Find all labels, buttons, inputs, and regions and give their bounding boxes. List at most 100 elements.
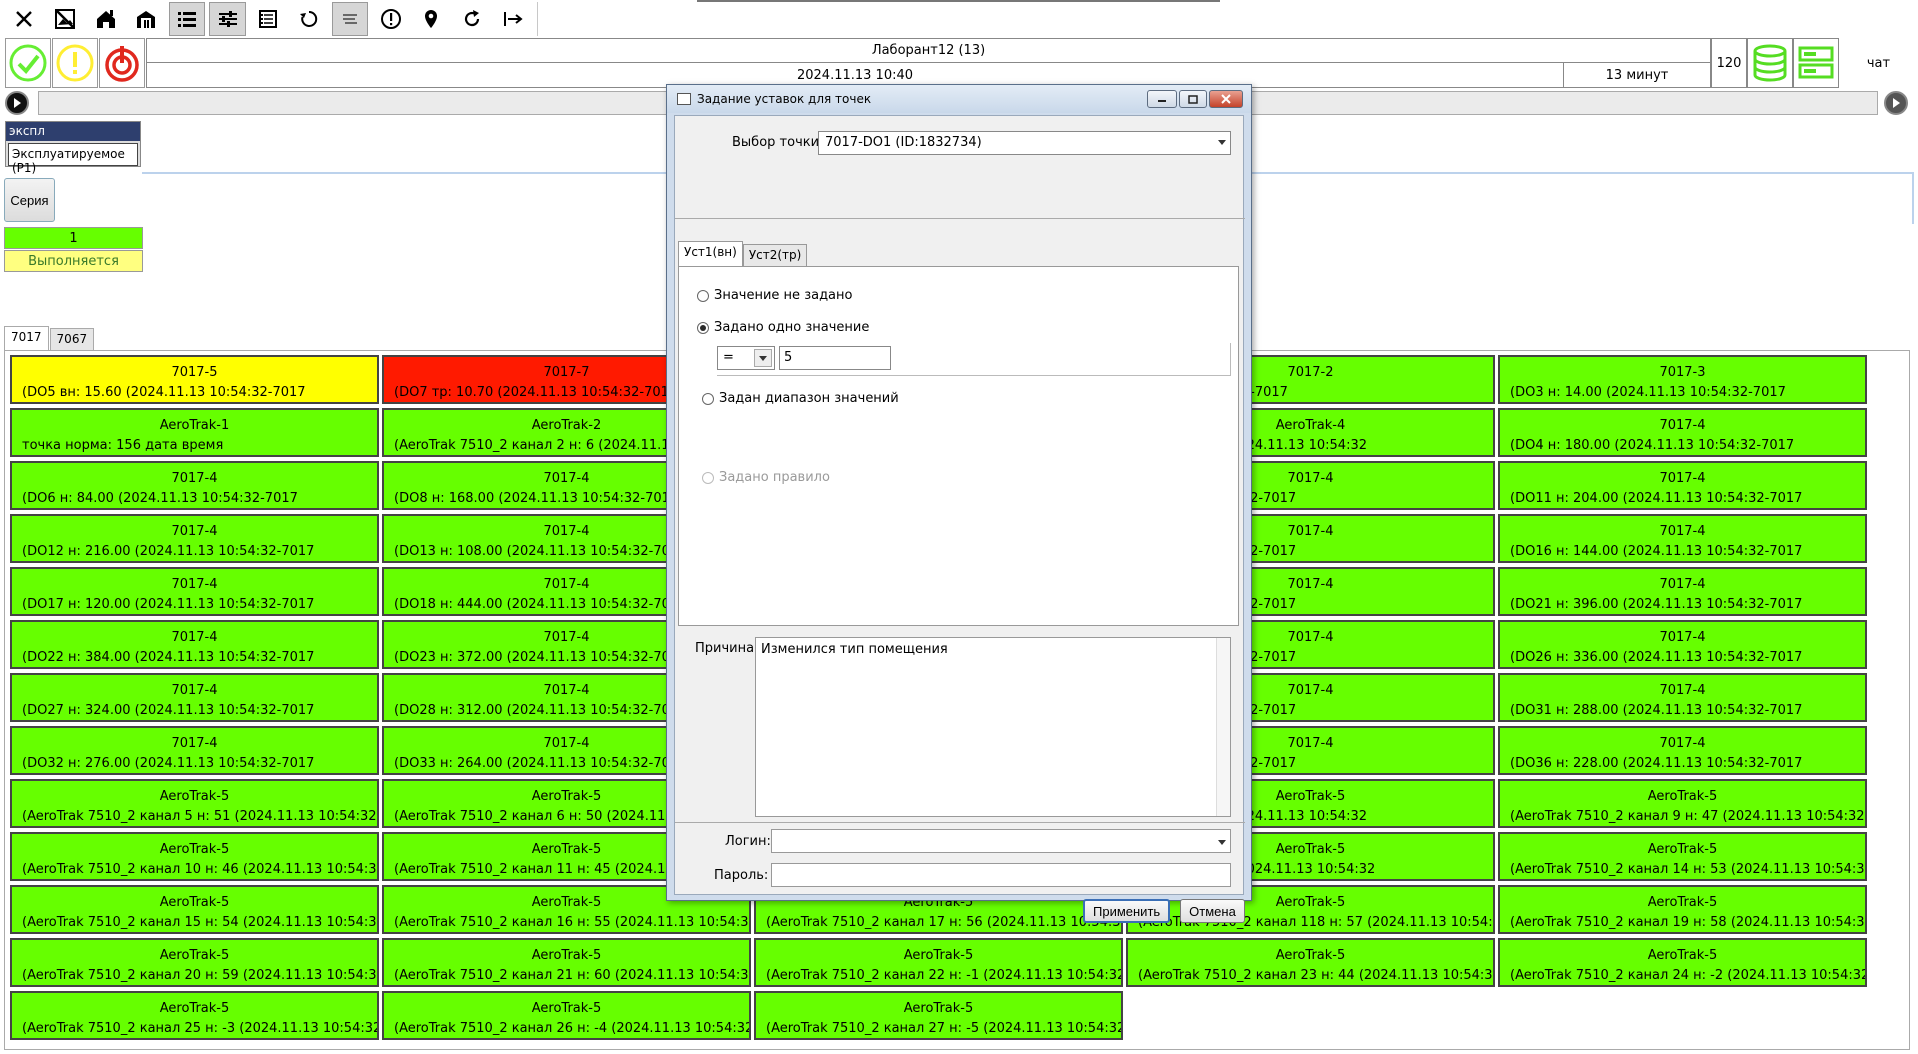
close-icon[interactable]	[6, 2, 43, 36]
mode-selected[interactable]: экспл	[6, 122, 140, 141]
tab-setpoint1[interactable]: Уст1(вн)	[678, 241, 743, 266]
radio-none-label: Значение не задано	[714, 288, 853, 303]
radio-single-dot[interactable]	[697, 321, 709, 334]
home-icon[interactable]	[87, 2, 124, 36]
point-cell[interactable]: AeroTrak-5 (AeroTrak 7510_2 канал 23 н: 4…	[1126, 938, 1495, 987]
setpoint-dialog: Задание уставок для точек Выбор точки: 7…	[666, 84, 1252, 923]
list-icon[interactable]	[168, 2, 206, 36]
radio-none[interactable]: Значение не задано	[697, 288, 852, 303]
tab-7017[interactable]: 7017	[4, 326, 49, 350]
logout-icon[interactable]	[494, 2, 531, 36]
ok-status-icon[interactable]	[5, 38, 51, 88]
point-select[interactable]: 7017-DO1 (ID:1832734)	[818, 131, 1231, 155]
point-cell[interactable]: 7017-4 (DO6 н: 84.00 (2024.11.13 10:54:32…	[10, 461, 379, 510]
server-icon[interactable]	[1793, 38, 1839, 88]
point-label: Выбор точки:	[732, 135, 824, 150]
radio-rule-label: Задано правило	[719, 470, 830, 485]
reason-textarea[interactable]: Изменился тип помещения	[755, 637, 1231, 817]
point-cell[interactable]: AeroTrak-5 (AeroTrak 7510_2 канал 25 н: -…	[10, 991, 379, 1040]
point-cell[interactable]: 7017-4 (DO17 н: 120.00 (2024.11.13 10:54:…	[10, 567, 379, 616]
point-cell[interactable]: AeroTrak-5 (AeroTrak 7510_2 канал 27 н: -…	[754, 991, 1123, 1040]
point-cell[interactable]: AeroTrak-5 (AeroTrak 7510_2 канал 21 н: 6…	[382, 938, 751, 987]
password-field[interactable]	[771, 863, 1231, 887]
radio-single[interactable]: Задано одно значение	[697, 320, 869, 335]
point-detail: (AeroTrak 7510_2 канал 27 н: -5 (2024.11…	[766, 1021, 1123, 1036]
close-window-icon[interactable]	[1209, 90, 1243, 108]
alarm-status-icon[interactable]	[99, 38, 145, 88]
image-off-icon[interactable]	[47, 2, 84, 36]
table-icon[interactable]	[250, 2, 287, 36]
point-cell[interactable]: 7017-3 (DO3 н: 14.00 (2024.11.13 10:54:32…	[1498, 355, 1867, 404]
point-cell[interactable]: 7017-4 (DO26 н: 336.00 (2024.11.13 10:54:…	[1498, 620, 1867, 669]
chat-label[interactable]: чат	[1839, 38, 1918, 88]
database-icon[interactable]	[1747, 38, 1793, 88]
radio-range-dot[interactable]	[702, 392, 714, 405]
point-cell[interactable]: 7017-4 (DO4 н: 180.00 (2024.11.13 10:54:3…	[1498, 408, 1867, 457]
point-cell[interactable]: AeroTrak-5 (AeroTrak 7510_2 канал 22 н: -…	[754, 938, 1123, 987]
point-cell[interactable]: 7017-4 (DO16 н: 144.00 (2024.11.13 10:54:…	[1498, 514, 1867, 563]
operator-value: =	[723, 350, 734, 365]
sliders-icon[interactable]	[209, 2, 247, 36]
history-icon[interactable]	[291, 2, 328, 36]
dialog-buttons: Применить Отмена	[1083, 899, 1245, 923]
point-cell[interactable]: 7017-4 (DO12 н: 216.00 (2024.11.13 10:54:…	[10, 514, 379, 563]
chevron-down-icon	[1218, 840, 1226, 845]
minimize-icon[interactable]	[1147, 90, 1177, 108]
maximize-icon[interactable]	[1179, 90, 1207, 108]
point-cell[interactable]: 7017-4 (DO32 н: 276.00 (2024.11.13 10:54:…	[10, 726, 379, 775]
warning-status-icon[interactable]	[52, 38, 98, 88]
point-title: 7017-4	[171, 471, 218, 486]
login-label: Логин:	[725, 834, 771, 849]
point-cell[interactable]: AeroTrak-5 (AeroTrak 7510_2 канал 9 н: 47…	[1498, 779, 1867, 828]
point-cell[interactable]: AeroTrak-5 (AeroTrak 7510_2 канал 15 н: 5…	[10, 885, 379, 934]
point-cell[interactable]: 7017-5 (DO5 вн: 15.60 (2024.11.13 10:54:3…	[10, 355, 379, 404]
scrollbar[interactable]	[1216, 638, 1230, 816]
building-icon[interactable]	[128, 2, 165, 36]
point-cell[interactable]: AeroTrak-5 (AeroTrak 7510_2 канал 24 н: -…	[1498, 938, 1867, 987]
point-detail: (AeroTrak 7510_2 канал 21 н: 60 (2024.11…	[394, 968, 751, 983]
point-detail: (DO4 н: 180.00 (2024.11.13 10:54:32-7017	[1510, 438, 1795, 453]
point-cell[interactable]: 7017-4 (DO27 н: 324.00 (2024.11.13 10:54:…	[10, 673, 379, 722]
point-cell[interactable]: 7017-4 (DO36 н: 228.00 (2024.11.13 10:54:…	[1498, 726, 1867, 775]
point-cell[interactable]: AeroTrak-5 (AeroTrak 7510_2 канал 10 н: 4…	[10, 832, 379, 881]
point-cell[interactable]: AeroTrak-5 (AeroTrak 7510_2 канал 20 н: 5…	[10, 938, 379, 987]
point-title: AeroTrak-5	[1647, 842, 1718, 857]
cancel-button[interactable]: Отмена	[1180, 899, 1245, 923]
tab-setpoint2[interactable]: Уст2(тр)	[742, 244, 808, 266]
operator-select[interactable]: =	[717, 346, 775, 370]
point-cell[interactable]: 7017-4 (DO31 н: 288.00 (2024.11.13 10:54:…	[1498, 673, 1867, 722]
series-button[interactable]: Серия	[4, 178, 55, 222]
point-cell[interactable]: AeroTrak-5 (AeroTrak 7510_2 канал 26 н: -…	[382, 991, 751, 1040]
alert-icon[interactable]	[372, 2, 409, 36]
point-cell[interactable]: AeroTrak-5 (AeroTrak 7510_2 канал 14 н: 5…	[1498, 832, 1867, 881]
operator-dropdown[interactable]	[754, 349, 772, 367]
login-select[interactable]	[771, 829, 1231, 853]
password-label: Пароль:	[714, 868, 769, 883]
point-cell[interactable]: 7017-4 (DO11 н: 204.00 (2024.11.13 10:54:…	[1498, 461, 1867, 510]
point-title: AeroTrak-5	[531, 1001, 602, 1016]
radio-range[interactable]: Задан диапазон значений	[702, 391, 899, 406]
play-forward-icon[interactable]	[1884, 91, 1908, 115]
notes-icon[interactable]	[331, 2, 369, 36]
point-cell[interactable]: AeroTrak-5 (AeroTrak 7510_2 канал 5 н: 51…	[10, 779, 379, 828]
tab-7067[interactable]: 7067	[49, 328, 95, 350]
point-detail: (AeroTrak 7510_2 канал 5 н: 51 (2024.11.…	[22, 809, 377, 824]
radio-none-dot[interactable]	[697, 289, 709, 302]
point-cell[interactable]: 7017-4 (DO22 н: 384.00 (2024.11.13 10:54:…	[10, 620, 379, 669]
mode-selector[interactable]: экспл Эксплуатируемое (P1)	[5, 121, 141, 175]
location-pin-icon[interactable]	[413, 2, 450, 36]
setpoint-panel: Значение не задано Задано одно значение …	[678, 266, 1239, 626]
point-cell[interactable]: AeroTrak-1 точка норма: 156 дата время	[10, 408, 379, 457]
status-row: Лаборант12 (13) 2024.11.13 10:40 13 мину…	[0, 38, 1918, 88]
point-cell[interactable]: 7017-4 (DO21 н: 396.00 (2024.11.13 10:54:…	[1498, 567, 1867, 616]
value-input[interactable]: 5	[779, 346, 891, 370]
point-detail: точка норма: 156 дата время	[22, 438, 224, 453]
radio-rule-dot	[702, 471, 714, 484]
play-icon[interactable]	[5, 91, 29, 115]
point-title: AeroTrak-5	[159, 842, 230, 857]
mode-option[interactable]: Эксплуатируемое (P1)	[8, 143, 138, 175]
run-status-badge: Выполняется	[4, 250, 143, 272]
point-cell[interactable]: AeroTrak-5 (AeroTrak 7510_2 канал 19 н: 5…	[1498, 885, 1867, 934]
apply-button[interactable]: Применить	[1083, 899, 1171, 923]
refresh-icon[interactable]	[454, 2, 491, 36]
